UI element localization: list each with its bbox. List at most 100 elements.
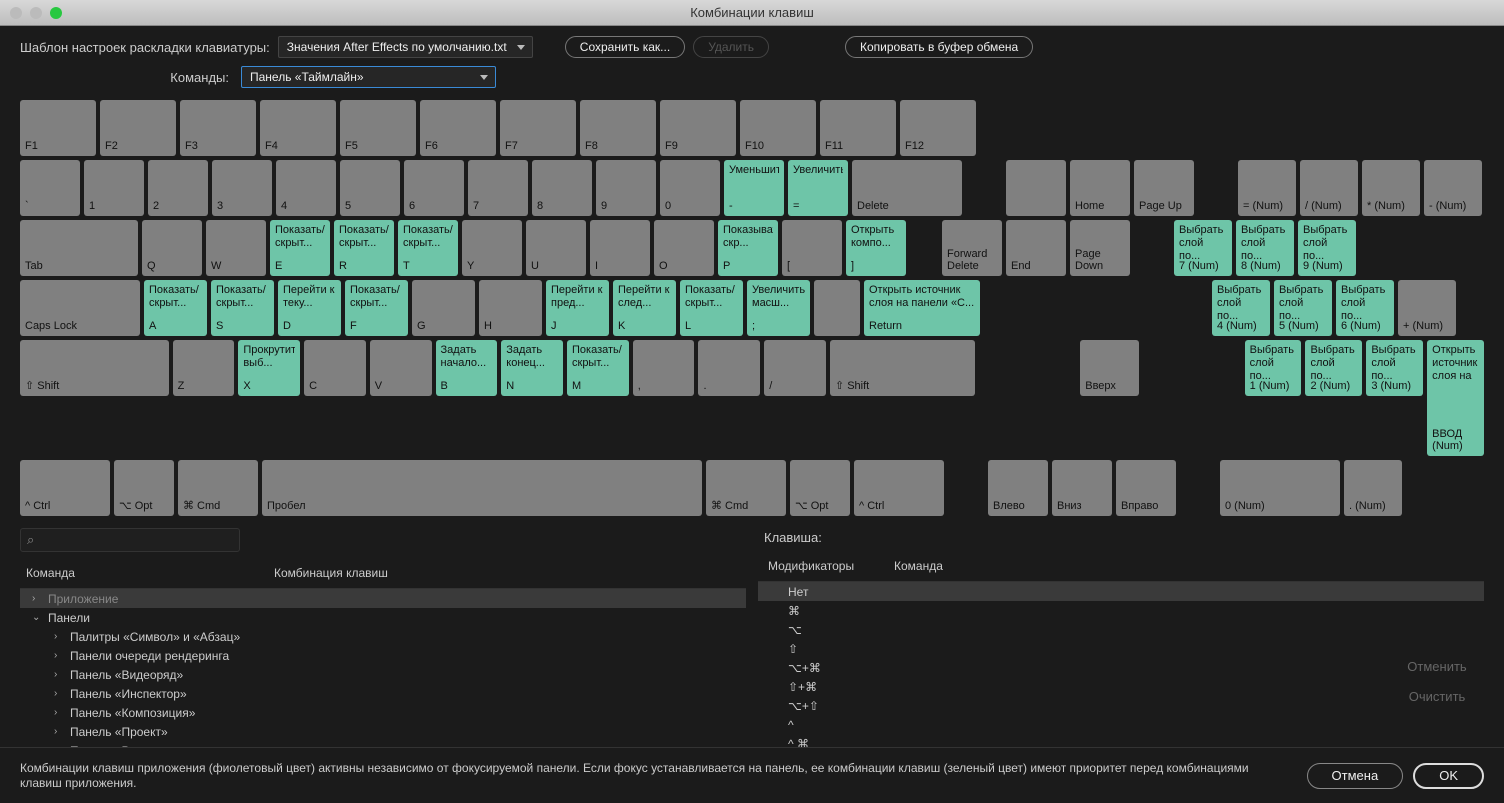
key--[interactable]: Увеличить масш...; [747, 280, 810, 336]
key--cmd[interactable]: ⌘ Cmd [178, 460, 258, 516]
key-4-num-[interactable]: Выбрать слой по...4 (Num) [1212, 280, 1270, 336]
key-7-num-[interactable]: Выбрать слой по...7 (Num) [1174, 220, 1232, 276]
tree-row[interactable]: ›Панель «Инспектор» [20, 684, 746, 703]
key--opt[interactable]: ⌥ Opt [114, 460, 174, 516]
key-p[interactable]: Показывать/скр...P [718, 220, 778, 276]
key-f7[interactable]: F7 [500, 100, 576, 156]
key-q[interactable]: Q [142, 220, 202, 276]
tree-row[interactable]: ›Панель «Композиция» [20, 703, 746, 722]
key--cmd[interactable]: ⌘ Cmd [706, 460, 786, 516]
key-page-down[interactable]: Page Down [1070, 220, 1130, 276]
minimize-icon[interactable] [30, 7, 42, 19]
key--[interactable]: Влево [988, 460, 1048, 516]
key-u[interactable]: U [526, 220, 586, 276]
key-v[interactable]: V [370, 340, 432, 396]
key--[interactable]: / [764, 340, 826, 396]
key-o[interactable]: O [654, 220, 714, 276]
key-f8[interactable]: F8 [580, 100, 656, 156]
tree-row[interactable]: ›Панели очереди рендеринга [20, 646, 746, 665]
maximize-icon[interactable] [50, 7, 62, 19]
key-1-num-[interactable]: Выбрать слой по...1 (Num) [1245, 340, 1302, 396]
key-2[interactable]: 2 [148, 160, 208, 216]
key-f1[interactable]: F1 [20, 100, 96, 156]
key-8[interactable]: 8 [532, 160, 592, 216]
key--shift[interactable]: ⇧ Shift [20, 340, 169, 396]
key-6[interactable]: 6 [404, 160, 464, 216]
key-8-num-[interactable]: Выбрать слой по...8 (Num) [1236, 220, 1294, 276]
commands-select[interactable]: Панель «Таймлайн» [241, 66, 496, 88]
key-f10[interactable]: F10 [740, 100, 816, 156]
key-f6[interactable]: F6 [420, 100, 496, 156]
tree-row[interactable]: ›Панель «Проект» [20, 722, 746, 741]
key-r[interactable]: Показать/скрыт...R [334, 220, 394, 276]
tree-row[interactable]: ›Приложение [20, 589, 746, 608]
modifiers-list[interactable]: Нет⌘⌥⇧⌥+⌘⇧+⌘⌥+⇧^^ ⌘ [758, 581, 1484, 760]
key-t[interactable]: Показать/скрыт...T [398, 220, 458, 276]
tree-row[interactable]: ⌄Панели [20, 608, 746, 627]
key-caps-lock[interactable]: Caps Lock [20, 280, 140, 336]
key-f2[interactable]: F2 [100, 100, 176, 156]
key-g[interactable]: G [412, 280, 475, 336]
key-page-up[interactable]: Page Up [1134, 160, 1194, 216]
key-i[interactable]: I [590, 220, 650, 276]
tree-row[interactable]: ›Панель «Видеоряд» [20, 665, 746, 684]
key--num-[interactable]: Открыть источник слоя на панели «Слой»ВВ… [1427, 340, 1484, 456]
key-delete[interactable]: Delete [852, 160, 962, 216]
key-2-num-[interactable]: Выбрать слой по...2 (Num) [1305, 340, 1362, 396]
key-e[interactable]: Показать/скрыт...E [270, 220, 330, 276]
key-6-num-[interactable]: Выбрать слой по...6 (Num) [1336, 280, 1394, 336]
key--opt[interactable]: ⌥ Opt [790, 460, 850, 516]
modifier-row[interactable]: ⇧ [758, 639, 1484, 658]
close-icon[interactable] [10, 7, 22, 19]
modifier-row[interactable]: ⇧+⌘ [758, 677, 1484, 696]
layout-preset-select[interactable]: Значения After Effects по умолчанию.txt [278, 36, 533, 58]
search-input[interactable]: ⌕ [20, 528, 240, 552]
key-f3[interactable]: F3 [180, 100, 256, 156]
key-4[interactable]: 4 [276, 160, 336, 216]
key-m[interactable]: Показать/скрыт...M [567, 340, 629, 396]
key--num-[interactable]: - (Num) [1424, 160, 1482, 216]
key-s[interactable]: Показать/скрыт...S [211, 280, 274, 336]
key-f[interactable]: Показать/скрыт...F [345, 280, 408, 336]
modifier-row[interactable]: ⌥+⌘ [758, 658, 1484, 677]
key--[interactable]: Открыть компо...] [846, 220, 906, 276]
modifier-row[interactable]: ⌥+⇧ [758, 696, 1484, 715]
ok-button[interactable]: OK [1413, 763, 1484, 789]
key--num-[interactable]: + (Num) [1398, 280, 1456, 336]
key-w[interactable]: W [206, 220, 266, 276]
key-l[interactable]: Показать/скрыт...L [680, 280, 743, 336]
key-5-num-[interactable]: Выбрать слой по...5 (Num) [1274, 280, 1332, 336]
key--[interactable]: ` [20, 160, 80, 216]
tree-row[interactable]: ›Палитры «Символ» и «Абзац» [20, 627, 746, 646]
key-9[interactable]: 9 [596, 160, 656, 216]
key-b[interactable]: Задать начало...B [436, 340, 498, 396]
key-f4[interactable]: F4 [260, 100, 336, 156]
key--[interactable]: Вправо [1116, 460, 1176, 516]
key-7[interactable]: 7 [468, 160, 528, 216]
key-h[interactable]: H [479, 280, 542, 336]
key--num-[interactable]: . (Num) [1344, 460, 1402, 516]
key--num-[interactable]: * (Num) [1362, 160, 1420, 216]
key--[interactable]: Увеличить= [788, 160, 848, 216]
modifier-row[interactable]: ^ [758, 715, 1484, 734]
key-5[interactable]: 5 [340, 160, 400, 216]
modifier-row[interactable]: Нет [758, 582, 1484, 601]
modifier-row[interactable]: ⌥ [758, 620, 1484, 639]
key--[interactable]: Вверх [1080, 340, 1139, 396]
key-f5[interactable]: F5 [340, 100, 416, 156]
key--shift[interactable]: ⇧ Shift [830, 340, 975, 396]
key--ctrl[interactable]: ^ Ctrl [20, 460, 110, 516]
clear-button[interactable]: Очистить [1392, 685, 1482, 707]
key-0[interactable]: 0 [660, 160, 720, 216]
key-3[interactable]: 3 [212, 160, 272, 216]
key-c[interactable]: C [304, 340, 366, 396]
key-0-num-[interactable]: 0 (Num) [1220, 460, 1340, 516]
key-f12[interactable]: F12 [900, 100, 976, 156]
key-9-num-[interactable]: Выбрать слой по...9 (Num) [1298, 220, 1356, 276]
key--[interactable]: Вниз [1052, 460, 1112, 516]
key--num-[interactable]: = (Num) [1238, 160, 1296, 216]
key-3-num-[interactable]: Выбрать слой по...3 (Num) [1366, 340, 1423, 396]
key--[interactable]: , [633, 340, 695, 396]
key-f11[interactable]: F11 [820, 100, 896, 156]
key-return[interactable]: Открыть источник слоя на панели «С...Ret… [864, 280, 980, 336]
